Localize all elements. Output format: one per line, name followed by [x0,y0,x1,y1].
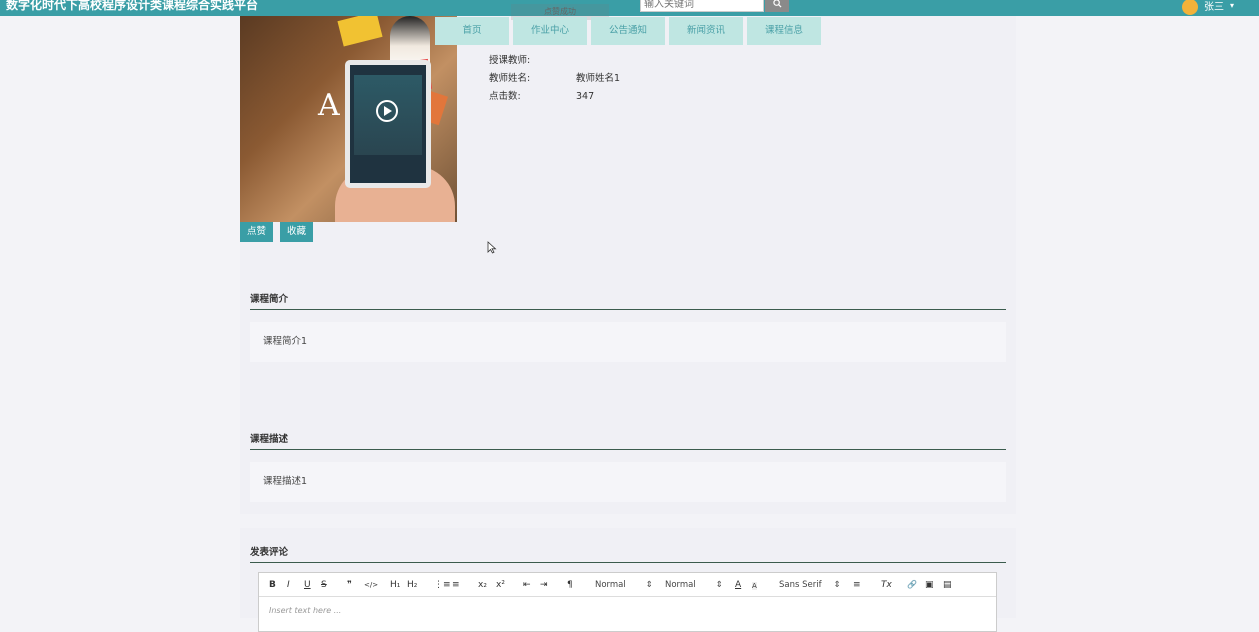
avatar [1182,0,1198,15]
nav-news[interactable]: 新闻资讯 [669,17,743,45]
nav-notices[interactable]: 公告通知 [591,17,665,45]
size-select-value: Normal [595,580,626,590]
subscript-button[interactable]: x₂ [478,580,487,590]
image-sticky [337,16,383,47]
h1-button[interactable]: H₁ [390,580,400,590]
search-button[interactable] [765,0,789,12]
size-select[interactable]: Normal ⇕ [595,580,653,590]
description-content: 课程描述1 [250,462,1006,502]
intro-title: 课程简介 [250,294,289,305]
site-title: 数字化时代下高校程序设计类课程综合实践平台 [6,0,259,12]
image-letter: A [318,88,340,123]
intro-divider [250,309,1006,310]
editor-toolbar: B I U S ❞ </> H₁ H₂ ⋮≡ ≡ x₂ x² ⇤ ⇥ ¶ Nor… [259,573,996,597]
code-icon[interactable]: </> [364,581,378,589]
description-title: 课程描述 [250,434,289,445]
comment-editor[interactable]: B I U S ❞ </> H₁ H₂ ⋮≡ ≡ x₂ x² ⇤ ⇥ ¶ Nor… [258,572,997,632]
teacher-name-row: 教师姓名: 教师姓名1 [489,70,620,84]
header-select[interactable]: Normal ⇕ [665,580,723,590]
direction-icon[interactable]: ¶ [567,580,573,590]
chevron-updown-icon: ⇕ [833,580,841,590]
indent-icon[interactable]: ⇥ [540,580,548,590]
teacher-row: 授课教师: [489,52,576,66]
comment-title: 发表评论 [250,547,289,558]
font-select-value: Sans Serif [779,580,822,590]
image-screen [354,75,422,155]
ordered-list-icon[interactable]: ⋮≡ [434,580,451,590]
link-icon[interactable]: 🔗 [907,580,917,589]
intro-content: 课程简介1 [250,322,1006,362]
favorite-button[interactable]: 收藏 [280,222,313,242]
nav-courses[interactable]: 课程信息 [747,17,821,45]
play-icon [376,100,398,122]
clicks-value: 347 [576,91,595,102]
comment-divider [250,562,1006,563]
nav-homework[interactable]: 作业中心 [513,17,587,45]
mouse-cursor-icon [487,241,497,254]
text-color-icon[interactable]: A [735,580,741,590]
h2-button[interactable]: H₂ [407,580,417,590]
teacher-name-value: 教师姓名1 [576,73,621,84]
image-tablet [345,60,431,188]
search-icon [772,0,782,8]
course-image: A [240,16,457,222]
bold-button[interactable]: B [269,580,276,590]
strike-button[interactable]: S [321,580,327,590]
clicks-label: 点击数: [489,91,521,102]
nav-home[interactable]: 首页 [435,17,509,45]
superscript-button[interactable]: x² [496,580,505,590]
like-button[interactable]: 点赞 [240,222,273,242]
search-input[interactable] [640,0,764,12]
top-bar: 数字化时代下高校程序设计类课程综合实践平台 张三 ▾ [0,0,1259,16]
bullet-list-icon[interactable]: ≡ [452,580,460,590]
header-select-value: Normal [665,580,696,590]
video-icon[interactable]: ▤ [943,580,952,590]
quote-icon[interactable]: ❞ [347,580,352,590]
chevron-updown-icon: ⇕ [645,580,653,590]
chevron-updown-icon: ⇕ [715,580,723,590]
user-name: 张三 [1204,1,1224,13]
background-color-icon[interactable]: A [752,582,757,590]
clean-format-icon[interactable]: Tx [881,580,892,590]
description-divider [250,449,1006,450]
italic-button[interactable]: I [287,580,290,590]
align-icon[interactable]: ≡ [853,580,861,590]
underline-button[interactable]: U [304,580,311,590]
teacher-name-label: 教师姓名: [489,73,531,84]
teacher-label: 授课教师: [489,55,531,66]
image-icon[interactable]: ▣ [925,580,934,590]
clicks-row: 点击数: 347 [489,88,594,102]
outdent-icon[interactable]: ⇤ [523,580,531,590]
chevron-down-icon: ▾ [1230,0,1235,10]
font-select[interactable]: Sans Serif ⇕ [779,580,841,590]
user-menu[interactable]: 张三 ▾ [1182,0,1235,15]
editor-placeholder: Insert text here ... [269,606,342,615]
